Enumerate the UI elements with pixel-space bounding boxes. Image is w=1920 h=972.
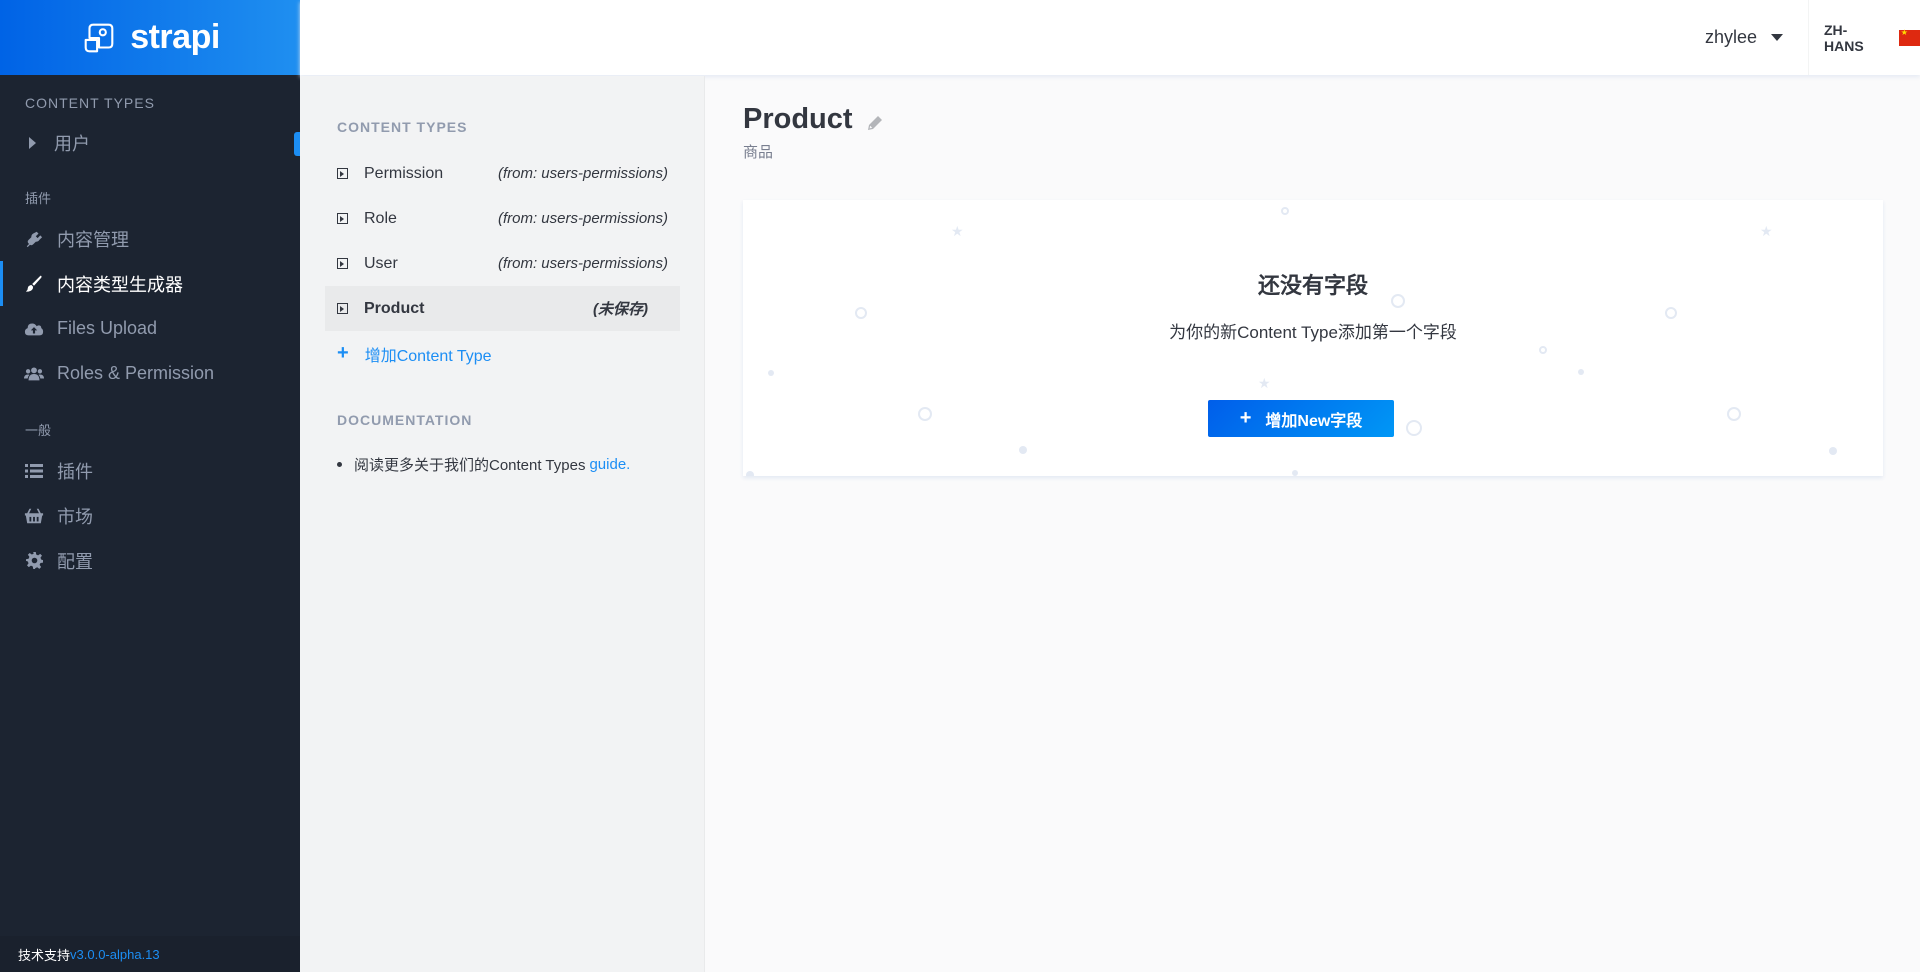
caret-square-right-icon — [337, 303, 348, 314]
add-new-field-button[interactable]: + 增加New字段 — [1208, 400, 1394, 437]
locale-label: ZH-HANS — [1824, 21, 1864, 54]
content-type-name: Product — [364, 299, 425, 317]
sidebar-item-users-content-type[interactable]: 用户 — [0, 120, 300, 165]
version-link[interactable]: v3.0.0-alpha.13 — [70, 947, 160, 962]
sidebar-section-content-types: Content Types — [25, 95, 155, 111]
sidebar-item-plugins[interactable]: 插件 — [0, 448, 300, 493]
add-new-field-label: 增加New字段 — [1265, 412, 1363, 430]
strapi-logo-icon — [84, 23, 114, 52]
content-types-heading: Content Types — [337, 119, 468, 135]
sidebar-item-files-upload[interactable]: Files Upload — [0, 306, 300, 351]
content-type-item-permission[interactable]: Permission (from: users-permissions) — [325, 151, 680, 196]
content-type-name: Role — [364, 209, 397, 227]
content-type-name: Permission — [364, 164, 444, 182]
left-sidebar: strapi Content Types 用户 插件 内容管理 内容类型生成器 … — [0, 0, 300, 972]
content-types-panel: Content Types Permission (from: users-pe… — [300, 76, 705, 972]
sidebar-item-label: Roles & Permission — [57, 363, 215, 383]
sidebar-item-marketplace[interactable]: 市场 — [0, 493, 300, 538]
locale-switcher[interactable]: ZH-HANS — [1808, 0, 1920, 75]
svg-text:★: ★ — [1760, 224, 1773, 240]
content-type-name: User — [364, 254, 398, 272]
brand-name: strapi — [130, 18, 220, 56]
username: zhylee — [1704, 27, 1757, 47]
gear-icon — [24, 551, 44, 571]
content-types-list: Permission (from: users-permissions) Rol… — [325, 151, 680, 376]
content-type-source: (from: users-permissions) — [497, 210, 668, 227]
caret-down-icon — [1771, 34, 1783, 41]
content-type-item-user[interactable]: User (from: users-permissions) — [325, 241, 680, 286]
top-header: zhylee ZH-HANS — [300, 0, 1920, 75]
add-content-type-label: 增加Content Type — [364, 347, 492, 365]
svg-text:★: ★ — [951, 224, 964, 240]
users-icon — [24, 364, 44, 384]
plus-icon: + — [337, 342, 349, 364]
pencil-icon[interactable] — [867, 115, 883, 131]
content-type-title: Product — [743, 103, 853, 135]
caret-square-right-icon — [337, 258, 348, 269]
svg-text:★: ★ — [1258, 376, 1271, 392]
empty-state-description: 为你的新Content Type添加第一个字段 — [1169, 323, 1457, 342]
content-type-item-product[interactable]: Product (未保存) — [325, 286, 680, 331]
user-menu-dropdown[interactable]: zhylee — [1705, 0, 1783, 75]
caret-square-right-icon — [337, 213, 348, 224]
sidebar-item-content-type-builder[interactable]: 内容类型生成器 — [0, 261, 300, 306]
page-subtitle: 商品 — [743, 144, 774, 161]
content-type-source: (from: users-permissions) — [497, 255, 668, 272]
guide-link[interactable]: guide. — [589, 456, 630, 473]
shopping-basket-icon — [24, 506, 44, 526]
sidebar-item-label: Files Upload — [57, 318, 158, 338]
documentation-item: 阅读更多关于我们的Content Types guide. — [337, 454, 630, 475]
sidebar-item-settings[interactable]: 配置 — [0, 538, 300, 583]
add-content-type-button[interactable]: + 增加Content Type — [325, 331, 680, 376]
caret-right-icon — [29, 136, 36, 149]
caret-square-right-icon — [337, 168, 348, 179]
sidebar-section-plugins: 插件 — [25, 191, 52, 206]
sidebar-footer: 技术支持 v3.0.0-alpha.13 — [0, 936, 300, 972]
bullet — [337, 462, 342, 467]
paint-brush-icon — [24, 274, 44, 294]
china-flag-icon — [1898, 28, 1920, 46]
empty-fields-card: ★ ★ ★ 还没有字段 为你的新Content Type添加第一个字段 + 增加… — [743, 200, 1883, 476]
content-type-source: (from: users-permissions) — [497, 165, 668, 182]
sidebar-item-label: 用户 — [54, 133, 90, 154]
content-type-item-role[interactable]: Role (from: users-permissions) — [325, 196, 680, 241]
cloud-upload-icon — [24, 319, 44, 339]
plug-icon — [24, 229, 44, 249]
sidebar-item-label: 插件 — [57, 461, 93, 482]
sidebar-item-roles-permission[interactable]: Roles & Permission — [0, 351, 300, 396]
powered-by-label: 技术支持 — [18, 947, 71, 963]
sidebar-item-label: 配置 — [57, 551, 93, 572]
sidebar-item-label: 内容管理 — [57, 229, 129, 250]
page-title: Product — [743, 103, 883, 136]
sidebar-item-label: 市场 — [57, 506, 93, 527]
brand-header[interactable]: strapi — [0, 0, 300, 75]
content-type-unsaved-status: (未保存) — [593, 301, 648, 318]
sidebar-item-label: 内容类型生成器 — [57, 274, 183, 295]
plus-icon: + — [1239, 407, 1252, 429]
empty-state-title: 还没有字段 — [1257, 273, 1368, 298]
documentation-text: 阅读更多关于我们的Content Types — [354, 457, 586, 474]
documentation-heading: Documentation — [337, 412, 473, 428]
sidebar-item-content-manager[interactable]: 内容管理 — [0, 216, 300, 261]
sidebar-section-general: 一般 — [25, 423, 52, 438]
list-icon — [24, 461, 44, 481]
